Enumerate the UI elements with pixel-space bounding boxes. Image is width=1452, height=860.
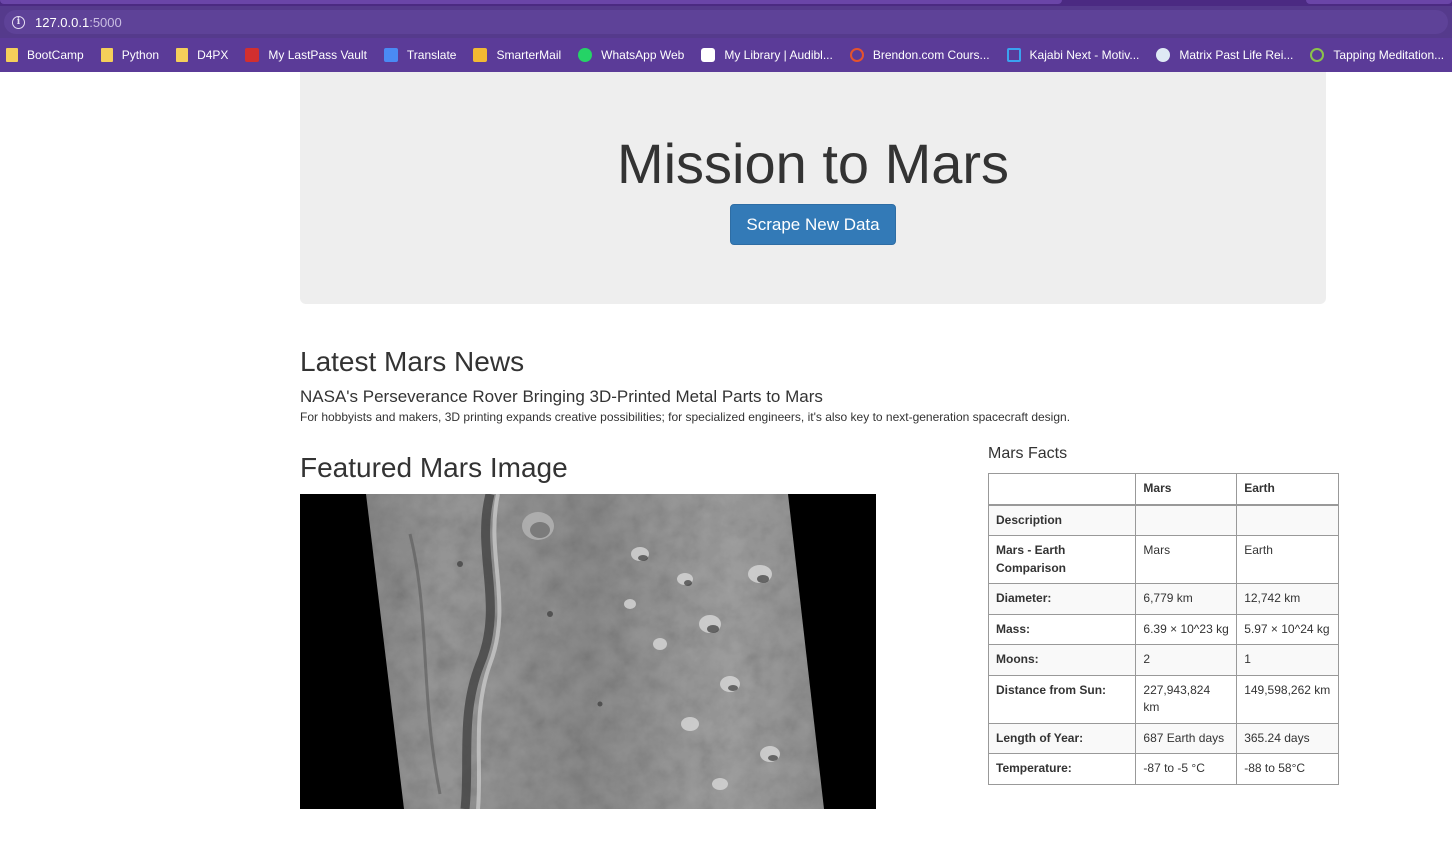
folder-icon xyxy=(176,48,189,62)
table-row: Temperature: -87 to -5 °C -88 to 58°C xyxy=(987,753,1339,785)
earth-value: -88 to 58°C xyxy=(1236,753,1339,785)
url-field[interactable]: i 127.0.0.1:5000 xyxy=(4,10,1448,34)
row-label: Diameter: xyxy=(987,583,1137,615)
bookmark-smartermail[interactable]: SmarterMail xyxy=(473,48,561,62)
bookmark-python[interactable]: Python xyxy=(100,48,160,62)
bookmark-label: Matrix Past Life Rei... xyxy=(1179,48,1294,62)
mars-value: 687 Earth days xyxy=(1135,722,1238,754)
bookmark-label: SmarterMail xyxy=(496,48,562,62)
bookmark-matrix[interactable]: Matrix Past Life Rei... xyxy=(1156,48,1293,62)
table-header-cell: Earth xyxy=(1236,473,1339,506)
earth-value: Earth xyxy=(1236,535,1339,584)
table-row: Distance from Sun: 227,943,824 km 149,598,… xyxy=(987,674,1339,724)
url-host: 127.0.0.1 xyxy=(35,14,90,30)
kajabi-icon xyxy=(1006,48,1021,62)
earth-value: 12,742 km xyxy=(1236,583,1339,615)
featured-mars-image[interactable] xyxy=(300,494,876,809)
news-teaser: For hobbyists and makers, 3D printing ex… xyxy=(300,410,1071,424)
row-label: Description xyxy=(987,504,1137,536)
table-header-row: Mars Earth xyxy=(987,473,1339,506)
bookmark-label: Kajabi Next - Motiv... xyxy=(1029,48,1140,62)
row-label: Mass: xyxy=(987,613,1137,645)
matrix-icon xyxy=(1156,48,1171,62)
url-port: :5000 xyxy=(89,14,122,30)
brendon-icon xyxy=(849,48,864,62)
row-label: Distance from Sun: xyxy=(987,674,1137,724)
active-tab[interactable] xyxy=(0,0,1062,4)
url-text[interactable]: 127.0.0.1:5000 xyxy=(35,15,122,30)
mars-value: 6,779 km xyxy=(1135,583,1238,615)
bookmark-label: Tapping Meditation... xyxy=(1333,48,1445,62)
bookmark-audible[interactable]: My Library | Audibl... xyxy=(701,48,833,62)
mars-value: 2 xyxy=(1135,644,1238,676)
table-row: Mass: 6.39 × 10^23 kg 5.97 × 10^24 kg xyxy=(987,613,1339,645)
news-heading: Latest Mars News xyxy=(300,346,525,377)
mars-value: -87 to -5 °C xyxy=(1135,753,1238,785)
bookmark-label: My LastPass Vault xyxy=(268,48,367,62)
bookmark-tapping[interactable]: Tapping Meditation... xyxy=(1310,48,1444,62)
page-title: Mission to Mars xyxy=(616,132,1010,195)
mars-facts-heading: Mars Facts xyxy=(988,445,1068,462)
bookmark-label: D4PX xyxy=(197,48,229,62)
earth-value: 1 xyxy=(1236,644,1339,676)
folder-icon xyxy=(100,48,113,62)
bookmark-label: WhatsApp Web xyxy=(601,48,685,62)
scrape-new-data-button[interactable]: Scrape New Data xyxy=(730,204,896,245)
whatsapp-icon xyxy=(578,48,593,62)
mars-value xyxy=(1135,504,1238,536)
bookmark-brendon[interactable]: Brendon.com Cours... xyxy=(849,48,990,62)
bookmark-kajabi[interactable]: Kajabi Next - Motiv... xyxy=(1006,48,1140,62)
background-tab[interactable] xyxy=(1306,0,1452,4)
bookmark-label: Python xyxy=(121,48,160,62)
table-row: Moons: 2 1 xyxy=(987,644,1339,676)
table-row: Mars - Earth Comparison Mars Earth xyxy=(987,535,1339,584)
table-row: Diameter: 6,779 km 12,742 km xyxy=(987,583,1339,615)
table-header-cell xyxy=(987,473,1137,506)
mars-facts-table: Mars Earth Description Mars - Earth Comp… xyxy=(987,473,1339,785)
folder-icon xyxy=(6,48,18,62)
bookmark-label: Brendon.com Cours... xyxy=(872,48,990,62)
bookmark-label: BootCamp xyxy=(27,48,84,62)
earth-value xyxy=(1236,504,1339,536)
bookmarks-bar: BootCamp Python D4PX My LastPass Vault T… xyxy=(0,38,1452,72)
mars-value: 227,943,824 km xyxy=(1135,674,1238,724)
news-title: NASA's Perseverance Rover Bringing 3D-Pr… xyxy=(300,387,823,406)
mars-terrain-image xyxy=(300,494,876,809)
row-label: Temperature: xyxy=(987,753,1137,785)
mars-value: Mars xyxy=(1135,535,1238,584)
table-row: Description xyxy=(987,504,1339,536)
mars-value: 6.39 × 10^23 kg xyxy=(1135,613,1238,645)
info-icon[interactable]: i xyxy=(12,15,25,29)
table-row: Length of Year: 687 Earth days 365.24 days xyxy=(987,722,1339,754)
bookmark-whatsapp[interactable]: WhatsApp Web xyxy=(578,48,684,62)
address-bar: i 127.0.0.1:5000 xyxy=(0,6,1452,38)
earth-value: 365.24 days xyxy=(1236,722,1339,754)
row-label: Length of Year: xyxy=(987,722,1137,754)
bookmark-translate[interactable]: Translate xyxy=(383,48,457,62)
table-header-cell: Mars xyxy=(1135,473,1238,506)
bookmark-lastpass[interactable]: My LastPass Vault xyxy=(245,48,367,62)
earth-value: 5.97 × 10^24 kg xyxy=(1236,613,1339,645)
spiral-icon xyxy=(1310,48,1325,62)
bookmark-label: Translate xyxy=(406,48,457,62)
bookmark-bootcamp[interactable]: BootCamp xyxy=(6,48,84,62)
bookmark-label: My Library | Audibl... xyxy=(724,48,833,62)
amazon-icon xyxy=(701,48,716,62)
row-label: Mars - Earth Comparison xyxy=(987,535,1137,584)
bookmark-d4px[interactable]: D4PX xyxy=(176,48,228,62)
row-label: Moons: xyxy=(987,644,1137,676)
featured-image-heading: Featured Mars Image xyxy=(300,452,568,483)
lastpass-icon xyxy=(245,48,260,62)
mail-icon xyxy=(473,48,488,62)
google-translate-icon xyxy=(383,48,398,62)
hero-jumbotron: Mission to Mars Scrape New Data xyxy=(300,72,1326,304)
earth-value: 149,598,262 km xyxy=(1236,674,1339,724)
